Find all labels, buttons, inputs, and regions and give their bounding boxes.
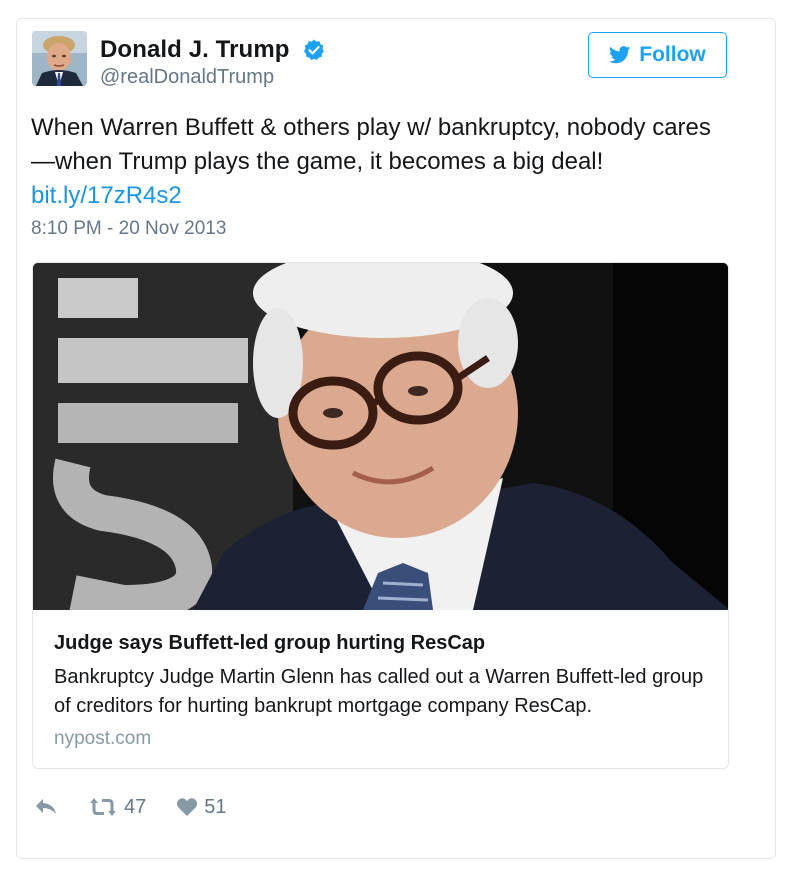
- author-name[interactable]: Donald J. Trump: [100, 36, 290, 64]
- tweet-text-block: When Warren Buffett & others play w/ ban…: [31, 111, 741, 213]
- retweet-button[interactable]: 47: [88, 796, 146, 819]
- author-handle[interactable]: @realDonaldTrump: [100, 66, 274, 89]
- tweet-text: When Warren Buffett & others play w/ ban…: [31, 114, 711, 175]
- tweet-actions: 47 51: [34, 792, 227, 822]
- heart-icon: [177, 798, 198, 816]
- reply-button[interactable]: [34, 797, 58, 817]
- like-button[interactable]: 51: [176, 795, 227, 819]
- card-domain[interactable]: nypost.com: [54, 728, 151, 750]
- card-title[interactable]: Judge says Buffett-led group hurting Res…: [54, 632, 485, 655]
- verified-badge-icon: [304, 39, 324, 60]
- follow-label: Follow: [639, 43, 706, 66]
- tweet-timestamp[interactable]: 8:10 PM - 20 Nov 2013: [31, 218, 226, 240]
- link-preview-card[interactable]: Judge says Buffett-led group hurting Res…: [32, 262, 729, 769]
- avatar[interactable]: [32, 31, 87, 86]
- retweet-icon: [90, 798, 116, 816]
- card-description: Bankruptcy Judge Martin Glenn has called…: [54, 666, 704, 717]
- retweet-count: 47: [124, 795, 147, 818]
- profile-photo: [32, 31, 87, 86]
- twitter-bird-icon: [609, 46, 631, 64]
- tweet-link[interactable]: bit.ly/17zR4s2: [31, 179, 741, 213]
- card-image: [33, 263, 728, 610]
- reply-icon: [36, 799, 56, 814]
- like-count: 51: [204, 795, 227, 818]
- follow-button[interactable]: Follow: [588, 32, 727, 78]
